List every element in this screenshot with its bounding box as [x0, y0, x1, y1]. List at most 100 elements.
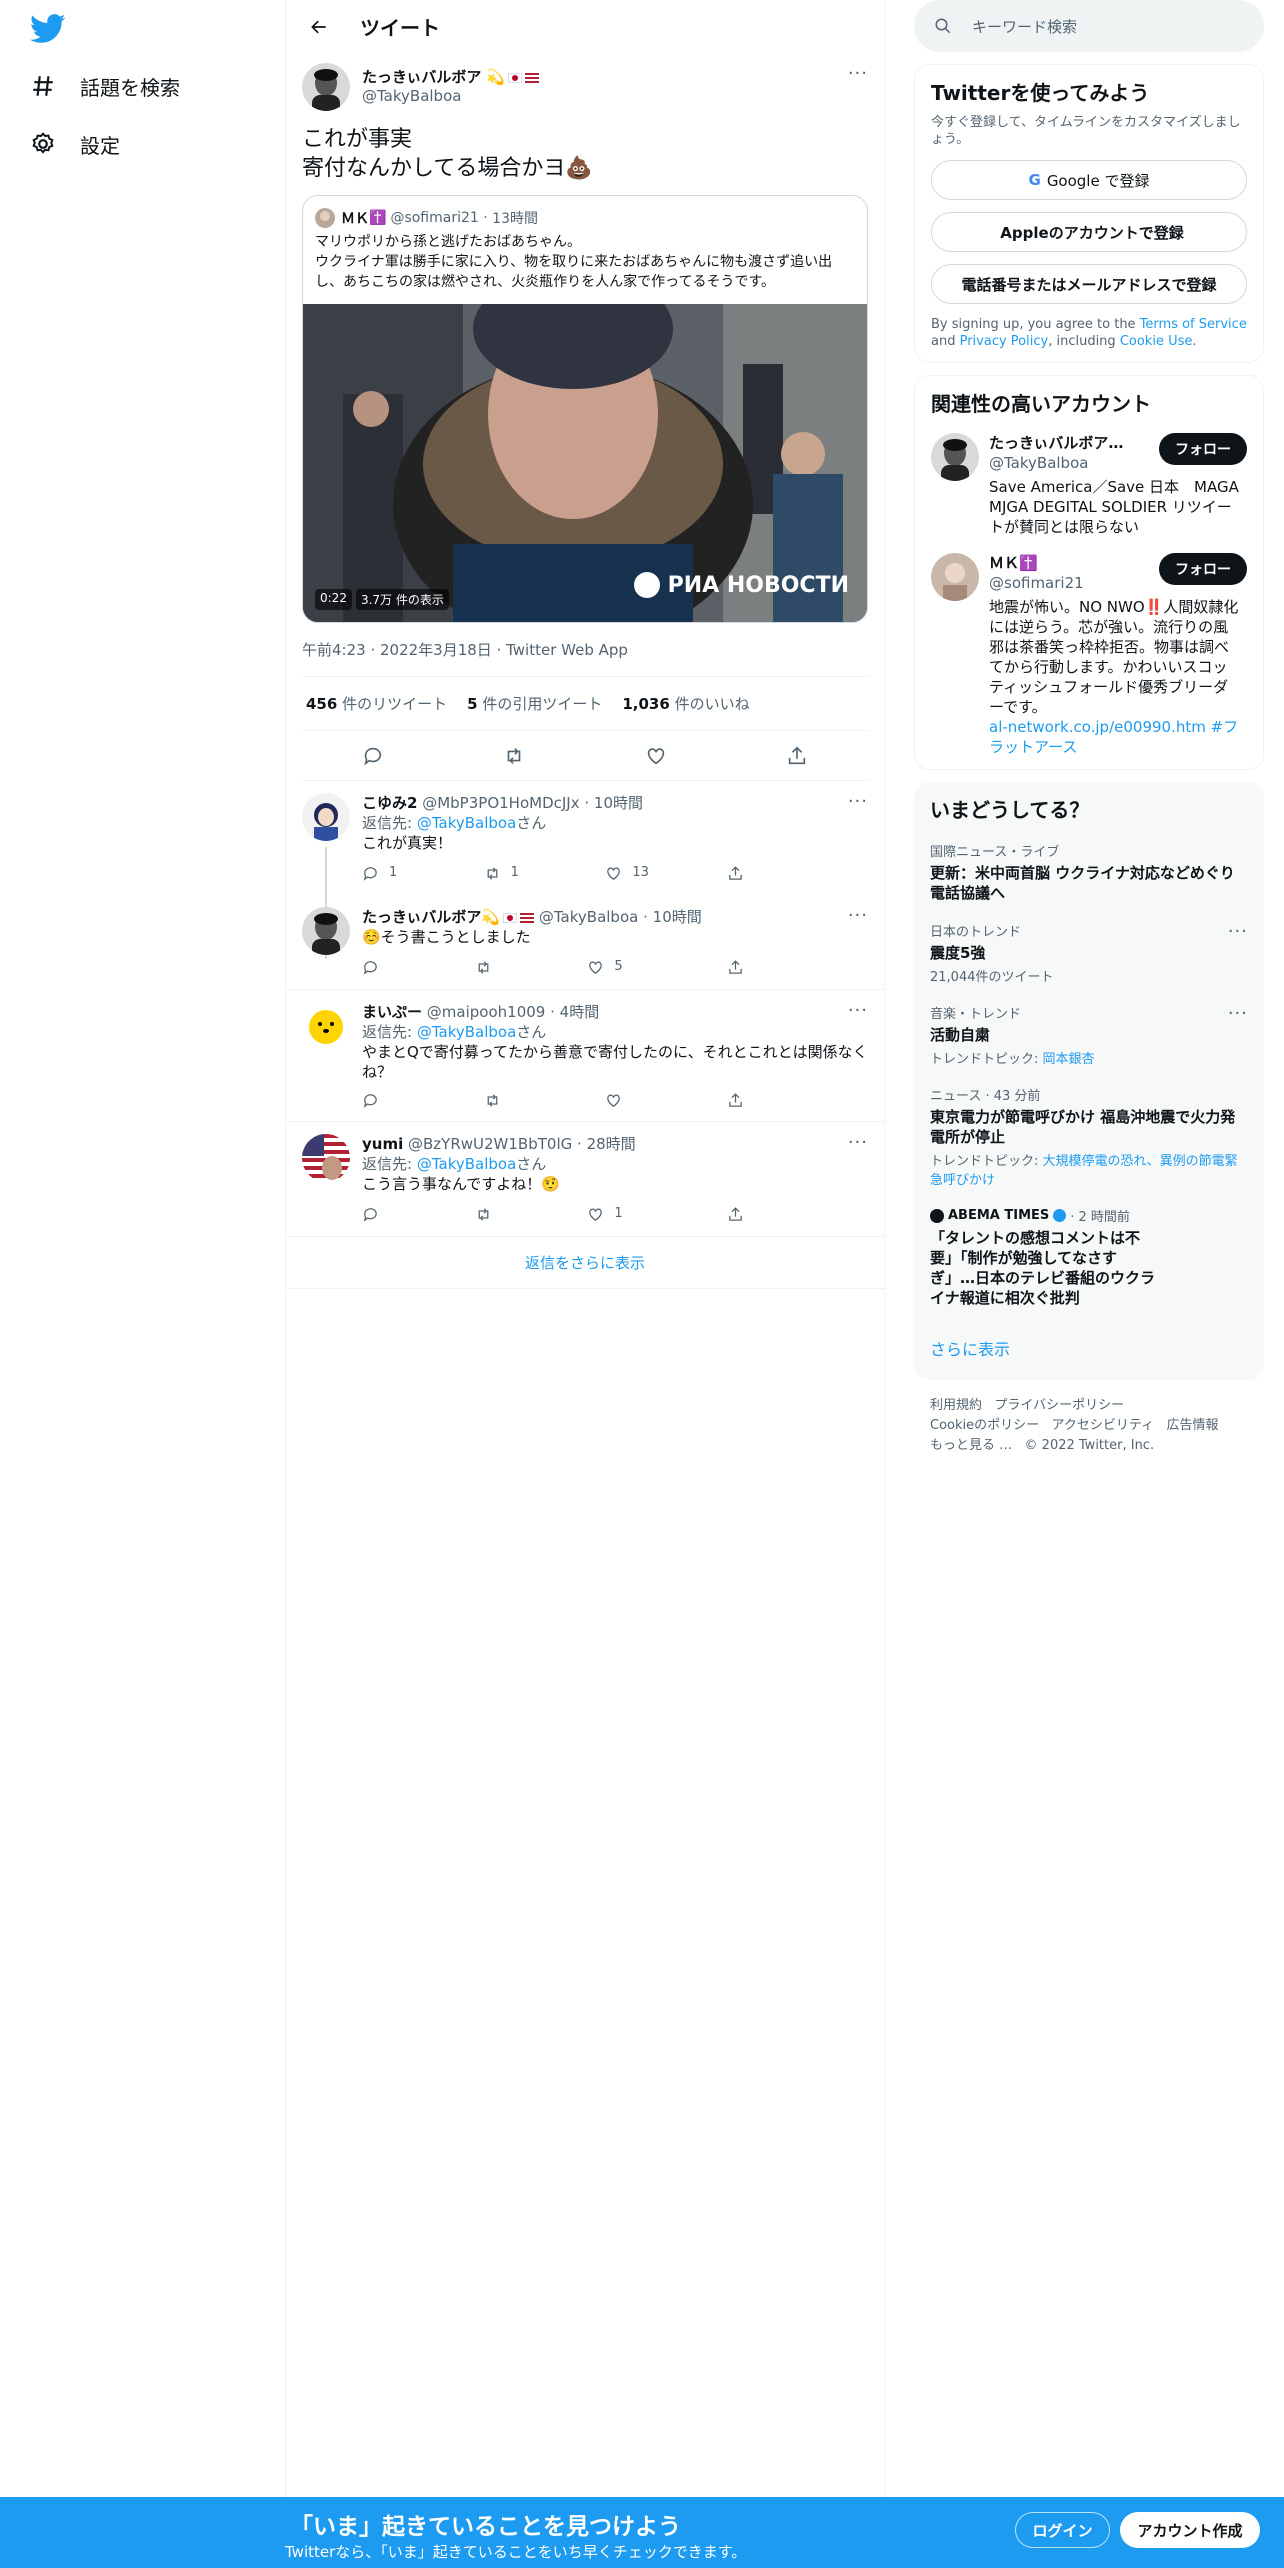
share-button[interactable] — [727, 1092, 787, 1109]
retweet-icon[interactable] — [503, 745, 525, 767]
reply-handle[interactable]: @MbP3PO1HoMDcJJx — [422, 794, 579, 812]
avatar[interactable] — [302, 907, 350, 955]
reply-author-name[interactable]: たっきぃバルボア — [362, 908, 481, 926]
retweet-button[interactable]: 1 — [484, 863, 571, 883]
cookie-link[interactable]: Cookie Use — [1120, 334, 1193, 349]
trend-item[interactable]: 国際ニュース・ライブ 更新：米中両首脳 ウクライナ対応などめぐり電話協議へ — [930, 841, 1248, 903]
related-account[interactable]: ＭＫ✝️ @sofimari21 地震が怖い。NO NWO‼️人間奴隷化には逆ら… — [931, 553, 1247, 757]
trend-time: · 2 時間前 — [1070, 1210, 1130, 1225]
share-button[interactable] — [727, 863, 787, 883]
author-handle[interactable]: @TakyBalboa — [362, 87, 539, 106]
back-button[interactable] — [302, 10, 336, 44]
trend-item[interactable]: 日本のトレンド 震度5強 21,044件のツイート ··· — [930, 921, 1248, 985]
footer-privacy-link[interactable]: プライバシーポリシー — [994, 1398, 1124, 1413]
reply-handle[interactable]: @maipooh1009 — [427, 1003, 546, 1021]
author-name[interactable]: たっきぃバルボア — [362, 68, 481, 86]
reply-button[interactable] — [362, 1092, 422, 1109]
reply-time[interactable]: · 10時間 — [584, 794, 643, 812]
avatar[interactable] — [302, 63, 350, 111]
phone-signup-button[interactable]: 電話番号またはメールアドレスで登録 — [931, 264, 1247, 304]
share-button[interactable] — [727, 957, 787, 977]
more-icon[interactable]: ··· — [1228, 921, 1248, 942]
search-input[interactable]: キーワード検索 — [914, 0, 1264, 52]
more-icon[interactable]: ··· — [848, 1132, 868, 1153]
more-icon[interactable]: ··· — [848, 791, 868, 812]
trend-category: ニュース · 43 分前 — [930, 1089, 1041, 1104]
reply-author-name[interactable]: まいぷー — [362, 1003, 422, 1021]
follow-button[interactable]: フォロー — [1159, 433, 1247, 465]
more-icon[interactable]: ··· — [1228, 1003, 1248, 1024]
replying-to-link[interactable]: @TakyBalboa — [417, 1023, 516, 1041]
retweet-button[interactable] — [484, 1092, 544, 1109]
reply-item[interactable]: まいぷー @maipooh1009 · 4時間 返信先: @TakyBalboa… — [286, 990, 884, 1122]
reply-time[interactable]: · 28時間 — [577, 1135, 636, 1153]
footer-more-link[interactable]: もっと見る … — [930, 1438, 1012, 1453]
quote-count[interactable]: 5 件の引用ツイート — [467, 693, 602, 714]
account-name[interactable]: ＭＫ — [989, 554, 1019, 572]
trend-item[interactable]: ABEMA TIMES · 2 時間前 「タレントの感想コメントは不要」「制作が… — [930, 1206, 1248, 1308]
google-signup-button[interactable]: G Google で登録 — [931, 160, 1247, 200]
avatar[interactable] — [931, 553, 979, 601]
reply-item[interactable]: こゆみ2 @MbP3PO1HoMDcJJx · 10時間 返信先: @TakyB… — [286, 781, 884, 959]
more-icon[interactable]: ··· — [848, 905, 868, 926]
reply-handle[interactable]: @TakyBalboa — [539, 908, 638, 926]
twitter-logo-icon[interactable] — [30, 14, 66, 44]
footer-terms-link[interactable]: 利用規約 — [930, 1398, 982, 1413]
nav-settings[interactable]: 設定 — [30, 120, 120, 168]
like-button[interactable]: 1 — [587, 1204, 674, 1224]
more-icon[interactable]: ··· — [848, 1000, 868, 1021]
show-more-replies-button[interactable]: 返信をさらに表示 — [286, 1237, 884, 1289]
reply-button[interactable] — [362, 957, 422, 977]
replying-to-link[interactable]: @TakyBalboa — [417, 1155, 516, 1173]
tweet-timestamp[interactable]: 午前4:23 · 2022年3月18日 · Twitter Web App — [302, 623, 868, 677]
reply-button[interactable] — [362, 1204, 422, 1224]
follow-button[interactable]: フォロー — [1159, 553, 1247, 585]
retweet-button[interactable] — [475, 957, 535, 977]
reply-author-name[interactable]: yumi — [362, 1135, 403, 1153]
main-column: ツイート たっきぃバルボア 💫 @TakyBalboa ··· これが事実 寄付… — [285, 0, 885, 2500]
reply-handle[interactable]: @BzYRwU2W1BbT0lG — [408, 1135, 572, 1153]
quoted-tweet[interactable]: ＭＫ ✝️ @sofimari21 · 13時間 マリウポリから孫と逃げたおばあ… — [302, 195, 868, 623]
avatar[interactable] — [931, 433, 979, 481]
like-button[interactable]: 13 — [605, 863, 692, 883]
trend-item[interactable]: ニュース · 43 分前 東京電力が節電呼びかけ 福島沖地震で火力発電所が停止 … — [930, 1085, 1248, 1188]
like-button[interactable]: 5 — [587, 957, 674, 977]
trend-category: 国際ニュース・ライブ — [930, 845, 1060, 860]
share-button[interactable] — [727, 1204, 787, 1224]
reply-icon[interactable] — [362, 745, 384, 767]
video-player[interactable]: 0:22 3.7万 件の表示 РИА НОВОСТИ — [303, 304, 867, 622]
login-button[interactable]: ログイン — [1015, 2512, 1110, 2548]
reply-time[interactable]: · 10時間 — [643, 908, 702, 926]
reply-item[interactable]: yumi @BzYRwU2W1BbT0lG · 28時間 返信先: @TakyB… — [286, 1122, 884, 1237]
avatar[interactable] — [302, 1002, 350, 1050]
terms-link[interactable]: Terms of Service — [1140, 317, 1247, 332]
retweet-button[interactable] — [475, 1204, 535, 1224]
nav-explore[interactable]: 話題を検索 — [30, 62, 180, 110]
account-bio-link[interactable]: al-network.co.jp/e00990.htm #フラットアース — [989, 717, 1239, 757]
show-more-trends-link[interactable]: さらに表示 — [930, 1336, 1248, 1360]
reply-item[interactable]: たっきぃバルボア💫 @TakyBalboa · 10時間 ☺️そう書こうとしまし… — [286, 895, 884, 990]
retweet-count[interactable]: 456 件のリツイート — [306, 693, 447, 714]
like-button[interactable] — [605, 1092, 665, 1109]
account-name[interactable]: たっきぃバルボア… — [989, 433, 1149, 453]
bottom-bar-subtitle: Twitterなら、「いま」起きていることをいち早くチェックできます。 — [285, 2543, 747, 2561]
reply-time[interactable]: · 4時間 — [550, 1003, 599, 1021]
apple-signup-button[interactable]: Appleのアカウントで登録 — [931, 212, 1247, 252]
reply-button[interactable]: 1 — [362, 863, 449, 883]
footer-cookie-link[interactable]: Cookieのポリシー — [930, 1418, 1039, 1433]
more-icon[interactable]: ··· — [848, 63, 868, 84]
footer-accessibility-link[interactable]: アクセシビリティ — [1052, 1418, 1155, 1433]
avatar[interactable] — [302, 793, 350, 841]
privacy-link[interactable]: Privacy Policy — [960, 334, 1049, 349]
footer-ads-link[interactable]: 広告情報 — [1167, 1418, 1219, 1433]
like-icon[interactable] — [645, 745, 667, 767]
related-account[interactable]: たっきぃバルボア… @TakyBalboa Save America／Save … — [931, 433, 1247, 537]
reply-author-name[interactable]: こゆみ2 — [362, 794, 417, 812]
trend-item[interactable]: 音楽・トレンド 活動自粛 トレンドトピック: 岡本銀杏 ··· — [930, 1003, 1248, 1067]
avatar[interactable] — [302, 1134, 350, 1182]
replying-to-link[interactable]: @TakyBalboa — [417, 814, 516, 832]
share-icon[interactable] — [786, 745, 808, 767]
signup-button[interactable]: アカウント作成 — [1120, 2512, 1260, 2548]
like-count[interactable]: 1,036 件のいいね — [622, 693, 749, 714]
trend-topic-link[interactable]: 岡本銀杏 — [1043, 1052, 1095, 1067]
